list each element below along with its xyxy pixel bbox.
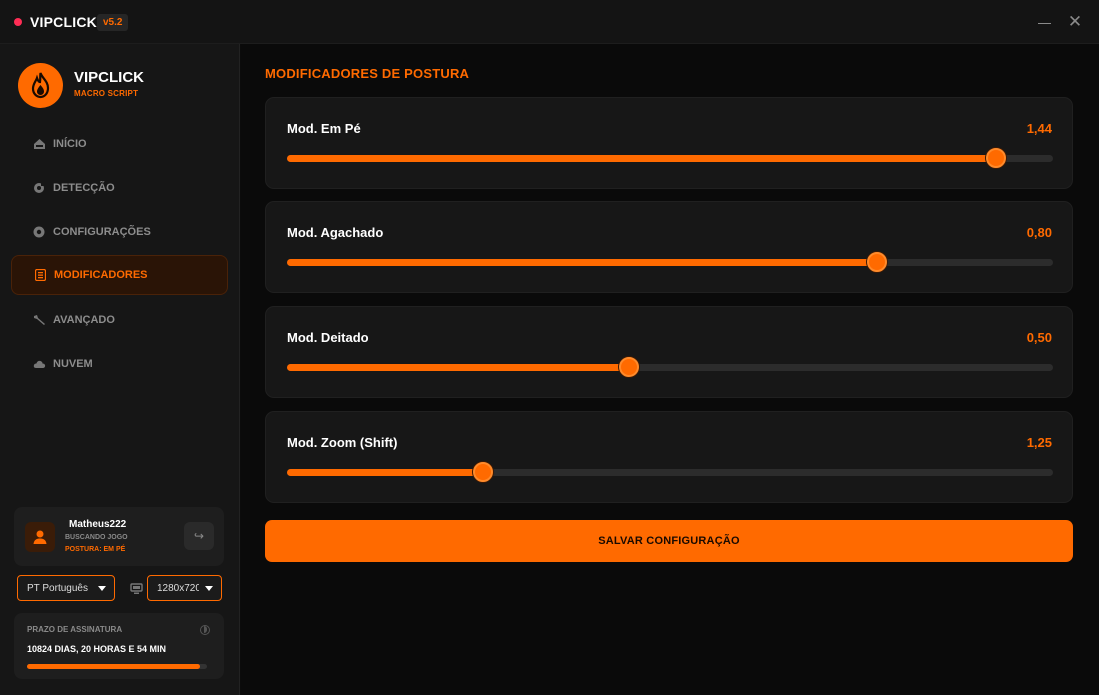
close-icon: ✕	[1067, 12, 1083, 31]
logout-button[interactable]: ↪	[184, 522, 214, 550]
slider-value: 0,80	[1026, 225, 1052, 240]
slider-thumb[interactable]	[866, 252, 887, 272]
user-status: BUSCANDO JOGO	[65, 534, 128, 541]
logo	[18, 63, 63, 108]
chevron-down-icon	[205, 586, 213, 591]
slider-thumb[interactable]	[618, 357, 639, 377]
subscription-progress-fill	[27, 664, 200, 669]
close-button[interactable]: ✕	[1066, 12, 1084, 32]
version-badge: v5.2	[97, 14, 129, 31]
slider-thumb[interactable]	[986, 148, 1007, 168]
resolution-select[interactable]: 1280x720	[147, 575, 222, 601]
slider-label: Mod. Deitado	[287, 330, 369, 345]
brand-subtitle: MACRO SCRIPT	[74, 89, 139, 98]
gear-icon	[32, 225, 46, 239]
slider-track[interactable]	[287, 252, 1053, 272]
window-title: VIPCLICK	[30, 14, 97, 30]
language-select[interactable]: PT Português	[17, 575, 115, 601]
chevron-down-icon	[98, 586, 106, 591]
home-icon	[32, 137, 46, 151]
sidebar-item-label: DETECÇÃO	[53, 182, 115, 194]
sidebar-item-deteccao[interactable]: DETECÇÃO	[11, 168, 228, 208]
sidebar-item-inicio[interactable]: INÍCIO	[11, 124, 228, 164]
slider-card-zoom: Mod. Zoom (Shift) 1,25	[265, 411, 1073, 503]
language-select-value: PT Português	[27, 583, 88, 594]
subscription-card: PRAZO DE ASSINATURA 10824 DIAS, 20 HORAS…	[14, 613, 224, 679]
sidebar-item-configuracoes[interactable]: CONFIGURAÇÕES	[11, 212, 228, 252]
sidebar-item-label: AVANÇADO	[53, 314, 115, 326]
slider-card-deitado: Mod. Deitado 0,50	[265, 306, 1073, 398]
slider-track[interactable]	[287, 148, 1053, 168]
flame-icon	[31, 72, 50, 99]
slider-card-agachado: Mod. Agachado 0,80	[265, 201, 1073, 293]
slider-card-em-pe: Mod. Em Pé 1,44	[265, 97, 1073, 189]
sidebar-item-modificadores[interactable]: MODIFICADORES	[11, 255, 228, 295]
slider-track[interactable]	[287, 357, 1053, 377]
status-dot-icon	[14, 18, 22, 26]
slider-value: 1,44	[1026, 121, 1052, 136]
title-bar: VIPCLICK v5.2 ✕	[0, 0, 1099, 44]
logout-icon: ↪	[193, 529, 205, 543]
main-panel: MODIFICADORES DE POSTURA Mod. Em Pé 1,44…	[241, 44, 1099, 695]
slider-label: Mod. Agachado	[287, 225, 384, 240]
save-button[interactable]: SALVAR CONFIGURAÇÃO	[265, 520, 1073, 562]
wrench-icon	[32, 313, 46, 327]
sidebar-item-label: INÍCIO	[53, 138, 87, 150]
cloud-icon	[32, 357, 46, 371]
half-circle-icon	[200, 625, 210, 635]
sidebar-item-label: CONFIGURAÇÕES	[53, 226, 151, 238]
slider-value: 0,50	[1026, 330, 1052, 345]
sidebar-item-label: NUVEM	[53, 358, 93, 370]
resolution-select-value: 1280x720	[157, 583, 199, 594]
sidebar-item-avancado[interactable]: AVANÇADO	[11, 300, 228, 340]
slider-label: Mod. Zoom (Shift)	[287, 435, 398, 450]
slider-label: Mod. Em Pé	[287, 121, 361, 136]
minimize-button[interactable]	[1035, 10, 1055, 34]
slider-value: 1,25	[1026, 435, 1052, 450]
slider-fill	[287, 364, 629, 371]
user-icon	[33, 530, 47, 544]
slider-track[interactable]	[287, 462, 1053, 482]
subscription-label: PRAZO DE ASSINATURA	[27, 625, 123, 634]
page-title: MODIFICADORES DE POSTURA	[265, 66, 470, 81]
user-name: Matheus222	[69, 519, 127, 530]
sidebar-item-label: MODIFICADORES	[54, 269, 148, 281]
monitor-icon	[130, 583, 143, 594]
subscription-time: 10824 DIAS, 20 HORAS E 54 MIN	[27, 644, 167, 654]
slider-fill	[287, 259, 877, 266]
user-card: Matheus222 BUSCANDO JOGO POSTURA: EM PÉ …	[14, 507, 224, 566]
sidebar: VIPCLICK MACRO SCRIPT INÍCIO DETECÇÃO CO…	[0, 44, 240, 695]
user-posture: POSTURA: EM PÉ	[65, 546, 126, 553]
slider-fill	[287, 469, 484, 476]
sliders-icon	[33, 268, 47, 282]
slider-thumb[interactable]	[473, 462, 494, 482]
crosshair-icon	[32, 181, 46, 195]
brand-name: VIPCLICK	[74, 69, 145, 86]
sidebar-item-nuvem[interactable]: NUVEM	[11, 344, 228, 384]
slider-fill	[287, 155, 997, 162]
avatar	[25, 522, 55, 552]
subscription-progress	[27, 664, 207, 669]
